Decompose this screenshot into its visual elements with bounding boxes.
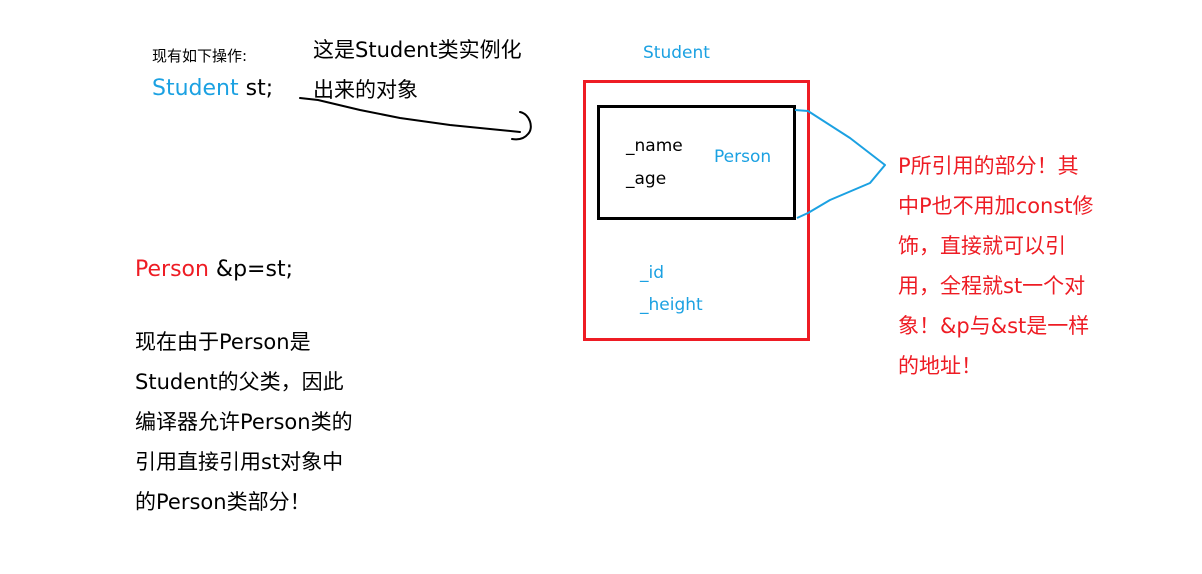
explanation-line: Student的父类，因此 bbox=[135, 370, 344, 394]
student-type: Student bbox=[152, 76, 239, 101]
reference-declaration: Person &p=st; bbox=[135, 257, 293, 282]
caption-line: 这是Student类实例化 bbox=[313, 38, 522, 62]
student-class-label: Student bbox=[643, 43, 710, 63]
field-age: _age bbox=[626, 169, 667, 189]
field-id: _id bbox=[640, 263, 665, 283]
note-line: 的地址！ bbox=[898, 354, 982, 378]
note-line: 象！&p与&st是一样 bbox=[898, 314, 1090, 338]
field-height: _height bbox=[640, 295, 703, 315]
student-variable: st; bbox=[238, 76, 274, 101]
instance-caption: 这是Student类实例化 出来的对象 bbox=[313, 30, 522, 110]
caption-line: 出来的对象 bbox=[313, 78, 418, 102]
note-line: 用，全程就st一个对 bbox=[898, 274, 1086, 298]
person-type: Person bbox=[135, 257, 209, 282]
explanation-line: 引用直接引用st对象中 bbox=[135, 450, 344, 474]
reference-variable: &p=st; bbox=[208, 257, 293, 282]
field-name: _name bbox=[626, 136, 683, 156]
reference-note: P所引用的部分！其 中P也不用加const修 饰，直接就可以引 用，全程就st一… bbox=[898, 146, 1138, 386]
note-line: P所引用的部分！其 bbox=[898, 154, 1079, 178]
note-line: 饰，直接就可以引 bbox=[898, 234, 1066, 258]
explanation-text: 现在由于Person是 Student的父类，因此 编译器允许Person类的 … bbox=[135, 322, 395, 522]
explanation-line: 编译器允许Person类的 bbox=[135, 410, 353, 434]
student-declaration: Student st; bbox=[152, 76, 273, 101]
note-line: 中P也不用加const修 bbox=[898, 194, 1094, 218]
person-class-label: Person bbox=[714, 147, 772, 167]
explanation-line: 的Person类部分！ bbox=[135, 490, 311, 514]
intro-label: 现有如下操作: bbox=[152, 47, 248, 65]
explanation-line: 现在由于Person是 bbox=[135, 330, 311, 354]
